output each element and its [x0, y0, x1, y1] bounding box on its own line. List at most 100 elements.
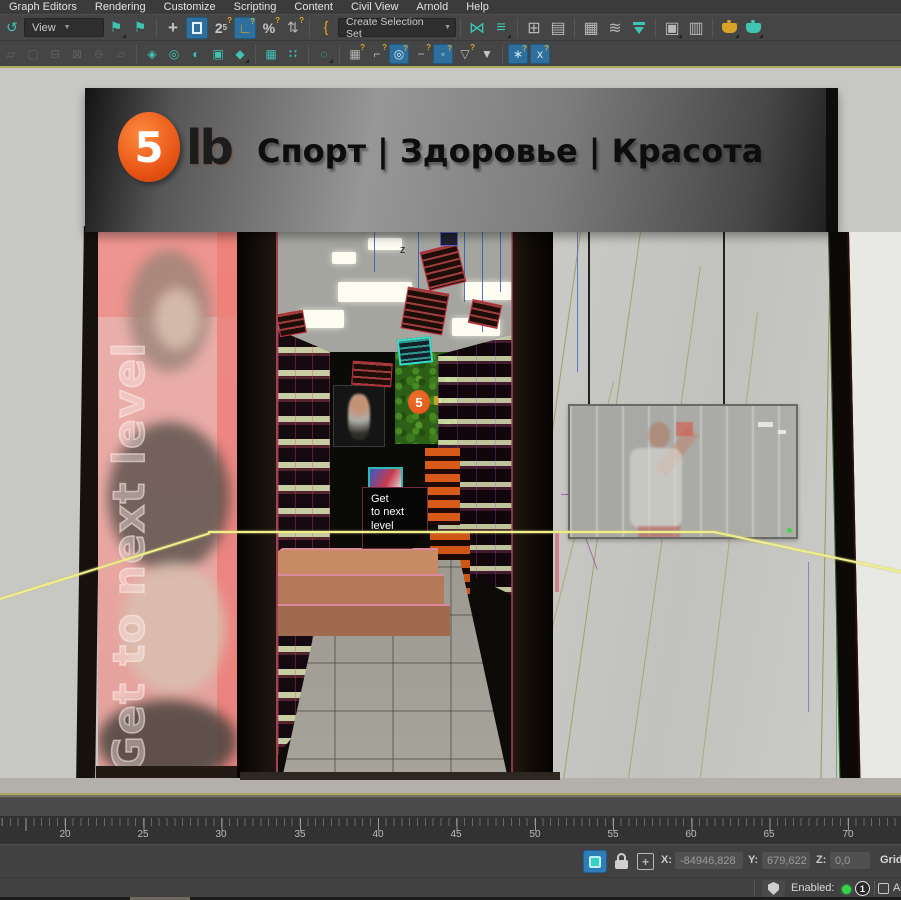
pendant-lamp	[278, 310, 307, 337]
select-object-button[interactable]	[186, 17, 208, 39]
menu-scripting[interactable]: Scripting	[225, 1, 286, 13]
viewport-3d[interactable]: 5 Get to next level	[0, 66, 901, 797]
tv-man-tank-top	[630, 448, 682, 528]
lamp-wire	[464, 232, 465, 302]
tv-figure	[348, 394, 370, 440]
x-coordinate-field[interactable]: -84946,828	[675, 852, 743, 869]
bookmark-flag-icon[interactable]: ⚑	[105, 17, 127, 39]
notification-count-badge[interactable]: 1	[855, 881, 870, 896]
3ds-max-window: Graph Editors Rendering Customize Script…	[0, 0, 901, 900]
pivot-tool-icon[interactable]: ◆	[230, 44, 250, 64]
isolate-icon	[589, 856, 601, 868]
toolbar-separator	[460, 18, 461, 38]
x-coordinate-label: X:	[661, 854, 672, 866]
autogrid-icon[interactable]: ▦	[261, 44, 281, 64]
bind-to-spacewarp-icon[interactable]: ⊟	[45, 44, 65, 64]
undo-icon[interactable]: ↺	[1, 17, 23, 39]
absolute-mode-transform-icon[interactable]: +	[637, 853, 654, 870]
display-step	[278, 548, 438, 574]
ceiling-light-panel	[300, 310, 344, 328]
select-and-link-icon[interactable]: ▱	[1, 44, 21, 64]
curve-editor-icon[interactable]: ▦	[580, 17, 602, 39]
scene-bottom-shadow	[0, 795, 901, 797]
midpoint-icon: ◦	[441, 47, 445, 61]
grid-points-snap-toggle[interactable]: ▦?	[345, 44, 365, 64]
brand-logo-suffix: lb	[186, 120, 231, 176]
status-separator	[874, 881, 875, 895]
chevron-down-icon: ▼	[64, 24, 71, 31]
menu-customize[interactable]: Customize	[155, 1, 225, 13]
selection-set-value: Create Selection Set	[346, 16, 436, 40]
selection-lock-icon[interactable]	[615, 853, 628, 869]
angle-snap-toggle[interactable]: ∟?	[234, 17, 256, 39]
frame-label: 25	[137, 829, 148, 840]
face-center-snap-icon[interactable]: ▼	[477, 44, 497, 64]
grid-dots-icon[interactable]: ∷	[283, 44, 303, 64]
rendered-frame-window-icon[interactable]: ▥	[685, 17, 707, 39]
pivot-snap-toggle[interactable]: ◎?	[389, 44, 409, 64]
render-production-icon[interactable]	[718, 17, 740, 39]
snaps-toolbar: ▱ ▢ ⊟ ⊠ ⊖ ▱ ◈ ◎ ◐ ▣ ◆ ▦ ∷ ◌ ▦? ⌐? ◎? −? …	[0, 40, 901, 66]
time-slider-track[interactable]	[0, 797, 901, 816]
bookmark-flag2-icon[interactable]: ⚑	[129, 17, 151, 39]
frozen-snap-toggle[interactable]: x?	[530, 44, 550, 64]
y-coordinate-label: Y:	[748, 854, 758, 866]
face-snap-toggle[interactable]: ▽?	[455, 44, 475, 64]
region-select-icon[interactable]: ▣	[208, 44, 228, 64]
attach-icon[interactable]: ⊠	[67, 44, 87, 64]
question-mark-icon: ?	[250, 17, 255, 26]
viewport-layout-dropdown[interactable]: View ▼	[24, 18, 104, 37]
render-in-cloud-icon[interactable]	[742, 17, 764, 39]
soft-selection-icon[interactable]: ◌	[314, 44, 334, 64]
snap-toggle-2.5d[interactable]: 25 ?	[210, 17, 232, 39]
notification-count: 1	[860, 884, 865, 894]
scene-security-button[interactable]	[762, 880, 785, 897]
menu-civil-view[interactable]: Civil View	[342, 1, 407, 13]
detach-icon[interactable]: ⊖	[89, 44, 109, 64]
midpoint-snap-toggle[interactable]: ◦?	[433, 44, 453, 64]
mirror-icon[interactable]: ⋈	[466, 17, 488, 39]
menu-arnold[interactable]: Arnold	[407, 1, 457, 13]
toolbar-separator	[339, 44, 340, 64]
spinner-snap-toggle[interactable]: ⇅?	[282, 17, 304, 39]
axis-constraint-snap-toggle[interactable]: ∗?	[508, 44, 528, 64]
schematic-view-icon[interactable]: ≋	[604, 17, 626, 39]
z-coordinate-field[interactable]: 0,0	[830, 852, 870, 869]
toolbar-separator	[156, 18, 157, 38]
scatter-icon[interactable]: ◈	[142, 44, 162, 64]
create-selection-set-dropdown[interactable]: Create Selection Set ▼	[338, 18, 456, 37]
main-toolbar: ↺ View ▼ ⚑ ⚑ + 25 ? ∟? %? ⇅? { Create Se…	[0, 14, 901, 40]
back-wall-tv	[333, 385, 385, 447]
frame-label: 65	[763, 829, 774, 840]
wall-tv-screen	[568, 404, 798, 539]
wireframe-line	[555, 532, 559, 592]
menu-help[interactable]: Help	[457, 1, 498, 13]
lamp-wire	[418, 232, 419, 290]
frame-label: 40	[372, 829, 383, 840]
percent-snap-toggle[interactable]: %?	[258, 17, 280, 39]
menu-graph-editors[interactable]: Graph Editors	[0, 1, 86, 13]
ceiling-light-panel	[338, 282, 412, 302]
add-button[interactable]: Add	[893, 882, 901, 894]
render-setup-icon[interactable]: ▣	[661, 17, 683, 39]
align-icon[interactable]: ≡	[490, 17, 512, 39]
layer-explorer-icon[interactable]: ⊞	[523, 17, 545, 39]
isolate-selection-toggle[interactable]	[583, 850, 607, 873]
menu-content[interactable]: Content	[285, 1, 342, 13]
material-editor-icon[interactable]	[628, 17, 650, 39]
scene-explorer-icon[interactable]: ▤	[547, 17, 569, 39]
status-bar: + X: -84946,828 Y: 679,622 Z: 0,0 Grid	[0, 844, 901, 877]
edit-named-selection-sets-icon[interactable]: {	[315, 17, 337, 39]
split-icon[interactable]: ▱	[111, 44, 131, 64]
edge-snap-toggle[interactable]: −?	[411, 44, 431, 64]
toolbar-separator	[517, 18, 518, 38]
menu-rendering[interactable]: Rendering	[86, 1, 155, 13]
select-and-move-icon[interactable]: +	[162, 17, 184, 39]
z-coordinate-label: Z:	[816, 854, 826, 866]
y-coordinate-field[interactable]: 679,622	[762, 852, 810, 869]
unlink-selection-icon[interactable]: ▢	[23, 44, 43, 64]
orbit-gizmo-icon[interactable]: ◎	[164, 44, 184, 64]
paint-deform-icon[interactable]: ◐	[186, 44, 206, 64]
bone-snap-toggle[interactable]: ⌐?	[367, 44, 387, 64]
track-bar[interactable]: 20 25 30 35 40 45 50 55 60 65 70	[0, 816, 901, 844]
